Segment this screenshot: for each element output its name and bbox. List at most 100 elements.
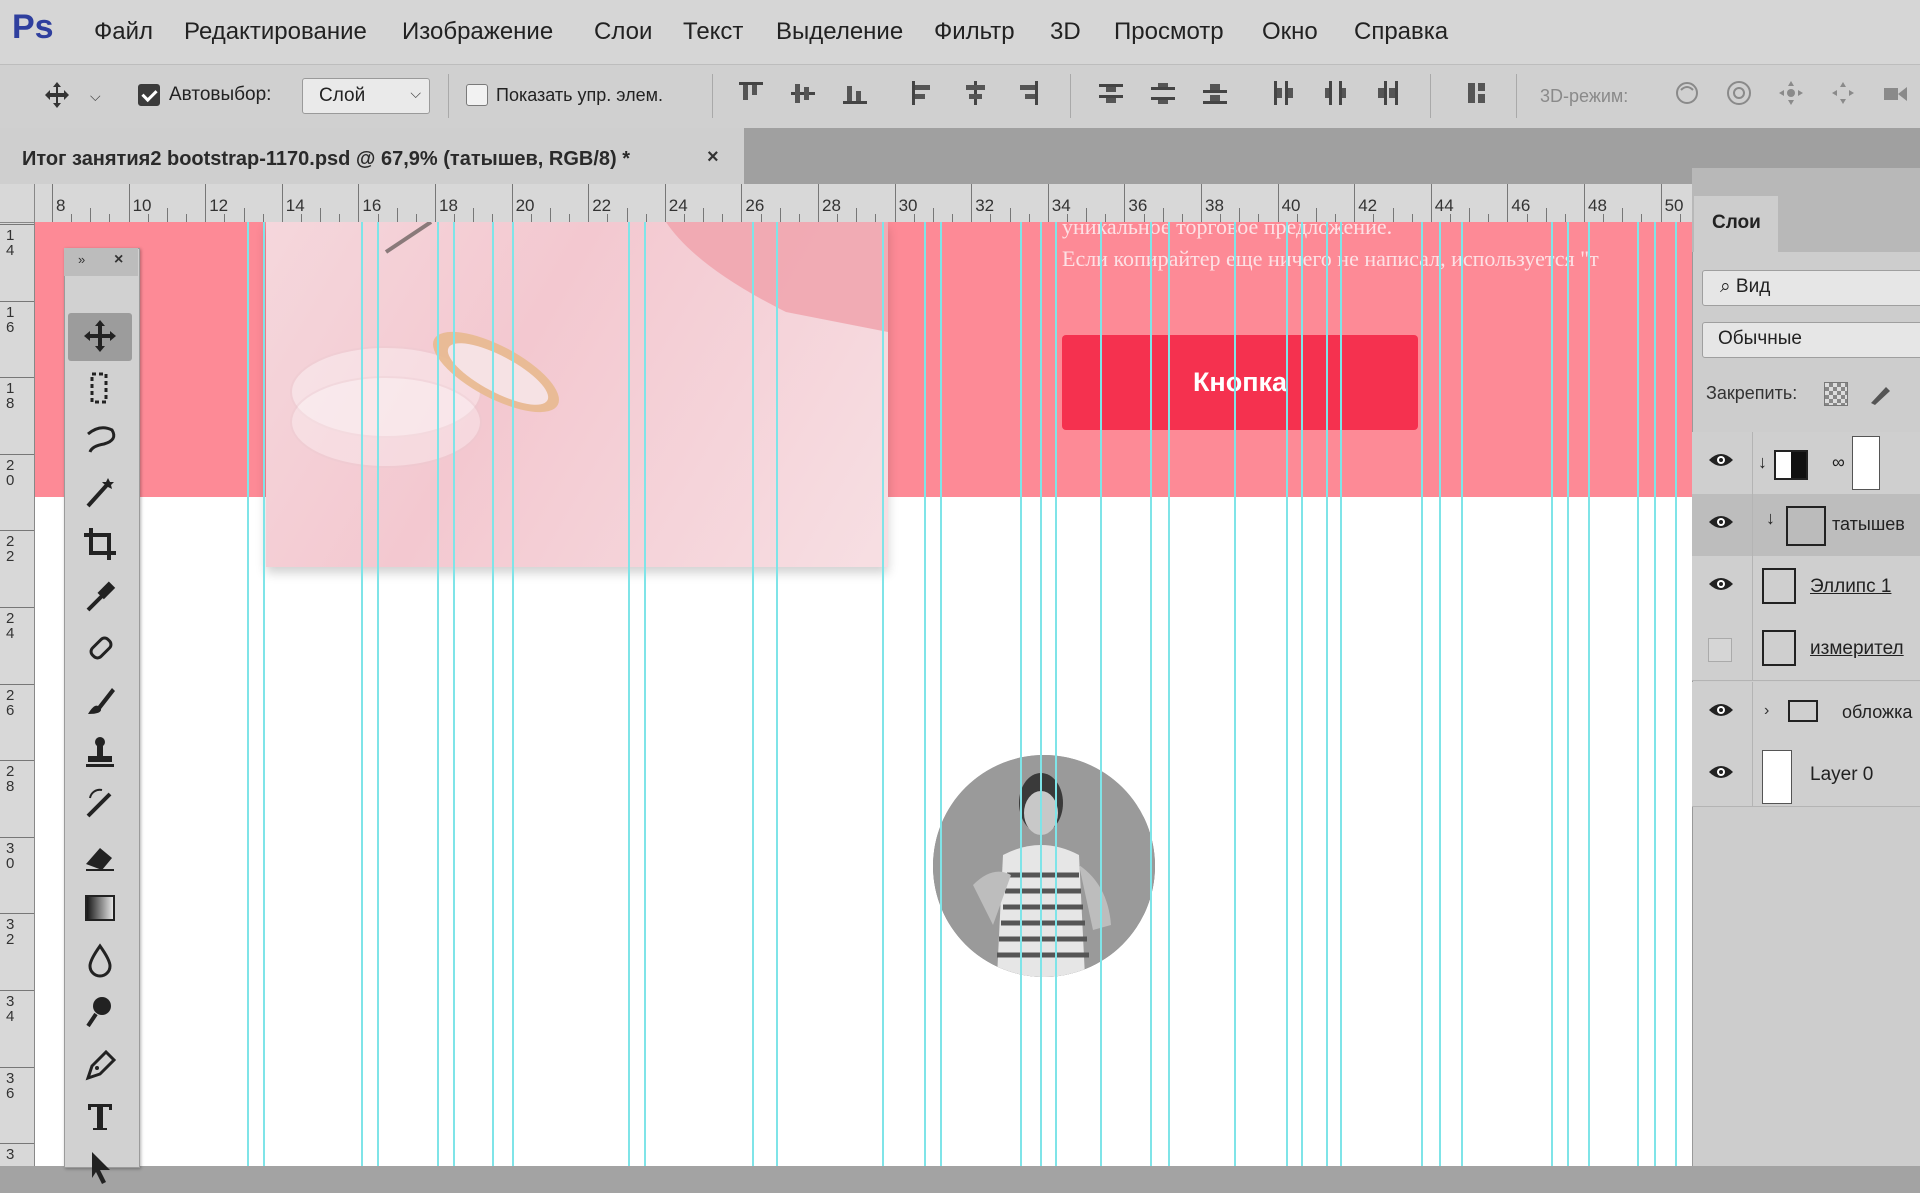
layer-visibility-toggle[interactable] bbox=[1692, 494, 1753, 556]
align-right-icon[interactable] bbox=[1012, 78, 1042, 108]
layer-visibility-toggle[interactable] bbox=[1692, 556, 1753, 618]
lock-pixels-icon[interactable] bbox=[1868, 382, 1894, 406]
lock-transparency-icon[interactable] bbox=[1824, 382, 1848, 406]
brush-icon[interactable] bbox=[80, 680, 120, 720]
eye-icon[interactable] bbox=[1708, 514, 1734, 530]
guide-line[interactable] bbox=[644, 222, 646, 1166]
distribute-vcenter-icon[interactable] bbox=[1148, 78, 1178, 108]
guide-line[interactable] bbox=[628, 222, 630, 1166]
guide-line[interactable] bbox=[1326, 222, 1328, 1166]
layer-name[interactable]: Layer 0 bbox=[1810, 764, 1873, 786]
layer-visibility-toggle[interactable] bbox=[1692, 432, 1753, 494]
guide-line[interactable] bbox=[1040, 222, 1042, 1166]
distribute-hcenter-icon[interactable] bbox=[1320, 78, 1350, 108]
align-left-icon[interactable] bbox=[908, 78, 938, 108]
collapse-icon[interactable]: » bbox=[78, 252, 85, 267]
guide-line[interactable] bbox=[1020, 222, 1022, 1166]
3d-scale-icon[interactable] bbox=[1880, 78, 1910, 108]
marquee-tool-icon[interactable] bbox=[80, 368, 120, 408]
guide-line[interactable] bbox=[1461, 222, 1463, 1166]
align-vcenter-icon[interactable] bbox=[788, 78, 818, 108]
guide-line[interactable] bbox=[1588, 222, 1590, 1166]
guide-line[interactable] bbox=[1340, 222, 1342, 1166]
guide-line[interactable] bbox=[1675, 222, 1677, 1166]
menu-help[interactable]: Справка bbox=[1354, 18, 1448, 46]
link-icon[interactable]: ∞ bbox=[1832, 452, 1845, 473]
guide-line[interactable] bbox=[1637, 222, 1639, 1166]
align-top-icon[interactable] bbox=[736, 78, 766, 108]
pen-icon[interactable] bbox=[80, 1044, 120, 1084]
menu-select[interactable]: Выделение bbox=[776, 18, 903, 46]
guide-line[interactable] bbox=[1286, 222, 1288, 1166]
distribute-top-icon[interactable] bbox=[1096, 78, 1126, 108]
guide-line[interactable] bbox=[1301, 222, 1303, 1166]
document-canvas[interactable]: уникальное торговое предложение. Если ко… bbox=[35, 222, 1692, 1166]
3d-slide-icon[interactable] bbox=[1828, 78, 1858, 108]
vertical-ruler[interactable]: 14 16 18 20 22 24 26 28 30 32 34 36 3 bbox=[0, 222, 35, 1166]
align-hcenter-icon[interactable] bbox=[960, 78, 990, 108]
guide-line[interactable] bbox=[1100, 222, 1102, 1166]
crop-tool-icon[interactable] bbox=[80, 524, 120, 564]
menu-image[interactable]: Изображение bbox=[402, 18, 553, 46]
gradient-icon[interactable] bbox=[80, 888, 120, 928]
guide-line[interactable] bbox=[1551, 222, 1553, 1166]
distribute-right-icon[interactable] bbox=[1372, 78, 1402, 108]
align-bottom-icon[interactable] bbox=[840, 78, 870, 108]
guide-line[interactable] bbox=[1168, 222, 1170, 1166]
type-icon[interactable] bbox=[80, 1096, 120, 1136]
guide-line[interactable] bbox=[512, 222, 514, 1166]
eye-icon[interactable] bbox=[1708, 764, 1734, 780]
menu-layers[interactable]: Слои bbox=[594, 18, 652, 46]
layer-name[interactable]: измерител bbox=[1810, 638, 1904, 660]
guide-line[interactable] bbox=[776, 222, 778, 1166]
toolbox-header[interactable]: » × bbox=[64, 248, 138, 276]
layer-name[interactable]: обложка bbox=[1842, 702, 1912, 723]
layer-row[interactable]: Эллипс 1 bbox=[1692, 556, 1920, 619]
distribute-bottom-icon[interactable] bbox=[1200, 78, 1230, 108]
dodge-icon[interactable] bbox=[80, 992, 120, 1032]
menu-view[interactable]: Просмотр bbox=[1114, 18, 1224, 46]
close-icon[interactable]: × bbox=[114, 251, 123, 269]
layer-visibility-toggle[interactable] bbox=[1692, 744, 1753, 806]
path-select-icon[interactable] bbox=[80, 1148, 120, 1188]
layer-name[interactable]: татышев bbox=[1832, 514, 1905, 535]
eye-icon[interactable] bbox=[1708, 452, 1734, 468]
menu-3d[interactable]: 3D bbox=[1050, 18, 1081, 46]
eraser-icon[interactable] bbox=[80, 836, 120, 876]
guide-line[interactable] bbox=[492, 222, 494, 1166]
guide-line[interactable] bbox=[1654, 222, 1656, 1166]
move-tool-preset-icon[interactable] bbox=[42, 80, 72, 110]
distribute-left-icon[interactable] bbox=[1268, 78, 1298, 108]
move-tool-icon[interactable] bbox=[80, 316, 120, 356]
guide-line[interactable] bbox=[263, 222, 265, 1166]
show-transform-controls-checkbox[interactable] bbox=[466, 84, 488, 106]
eyedropper-icon[interactable] bbox=[80, 576, 120, 616]
layer-row[interactable]: измерител bbox=[1692, 618, 1920, 681]
menu-file[interactable]: Файл bbox=[94, 18, 153, 46]
layer-row[interactable]: › обложка bbox=[1692, 682, 1920, 745]
layer-visibility-toggle[interactable] bbox=[1692, 618, 1753, 680]
horizontal-ruler[interactable]: 8 10 12 14 16 18 20 22 24 26 28 30 32 34 36 38 40 42 44 46 4… bbox=[0, 184, 1692, 223]
3d-rotate-icon[interactable] bbox=[1672, 78, 1702, 108]
magic-wand-icon[interactable] bbox=[80, 472, 120, 512]
menu-window[interactable]: Окно bbox=[1262, 18, 1318, 46]
guide-line[interactable] bbox=[1150, 222, 1152, 1166]
guide-line[interactable] bbox=[752, 222, 754, 1166]
chevron-down-icon[interactable]: ⌵ bbox=[90, 88, 101, 105]
stamp-icon[interactable] bbox=[80, 732, 120, 772]
close-icon[interactable]: × bbox=[707, 146, 719, 169]
eye-icon[interactable] bbox=[1708, 576, 1734, 592]
guide-line[interactable] bbox=[1234, 222, 1236, 1166]
menu-filter[interactable]: Фильтр bbox=[934, 18, 1015, 46]
layer-name[interactable]: Эллипс 1 bbox=[1810, 576, 1891, 598]
layer-row[interactable]: ↓ ∞ bbox=[1692, 432, 1920, 495]
history-brush-icon[interactable] bbox=[80, 784, 120, 824]
healing-brush-icon[interactable] bbox=[80, 628, 120, 668]
guide-line[interactable] bbox=[437, 222, 439, 1166]
guide-line[interactable] bbox=[453, 222, 455, 1166]
autoselect-target-select[interactable]: Слой ⌵ bbox=[302, 78, 430, 114]
blur-icon[interactable] bbox=[80, 940, 120, 980]
layer-row[interactable]: ↓ татышев bbox=[1692, 494, 1920, 557]
layer-row[interactable]: Layer 0 bbox=[1692, 744, 1920, 807]
guide-line[interactable] bbox=[361, 222, 363, 1166]
